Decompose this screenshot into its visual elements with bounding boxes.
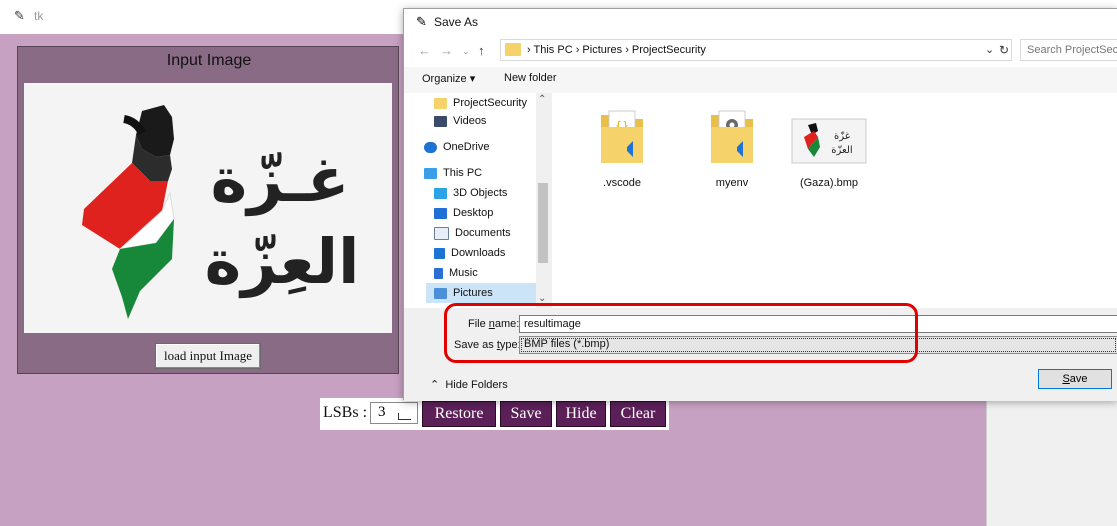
lsb-value: 3 — [378, 404, 386, 420]
controls-bar: LSBs : 3 Restore Save Hide Clear — [320, 398, 669, 430]
dialog-save-button[interactable]: Save — [1038, 369, 1112, 389]
lsb-dropdown[interactable]: 3 — [370, 402, 418, 424]
up-arrow-icon[interactable]: ↑ — [478, 43, 485, 58]
nav-item-label: Desktop — [453, 207, 494, 219]
load-input-image-button[interactable]: load input Image — [155, 343, 261, 369]
nav-item-label: Pictures — [453, 287, 493, 299]
nav-item-label: Videos — [453, 115, 487, 127]
file-item-myenv[interactable]: myenv — [687, 107, 777, 197]
feather-icon: ✎ — [416, 14, 427, 29]
scroll-up-icon[interactable]: ⌃ — [538, 94, 546, 105]
nav-item-label: 3D Objects — [453, 187, 508, 199]
nav-item-3d-objects[interactable]: 3D Objects — [434, 183, 507, 203]
search-input[interactable]: Search ProjectSecurity — [1020, 39, 1117, 61]
input-image: غـزّة العِزّة — [24, 83, 392, 333]
new-folder-button[interactable]: New folder — [504, 72, 557, 84]
nav-item-documents[interactable]: Documents — [434, 223, 511, 243]
file-list: {} .vscode myenv غزّة العزّة (Gaza).bmp — [552, 93, 1117, 308]
red-highlight-annotation — [444, 303, 918, 363]
nav-item-label: Documents — [455, 227, 511, 239]
dropdown-indicator-icon — [398, 413, 411, 420]
hide-button[interactable]: Hide — [556, 401, 606, 427]
image-icon: غزّة العزّة — [791, 118, 867, 164]
feather-icon: ✎ — [14, 9, 25, 24]
chevron-down-icon[interactable]: ⌄ — [985, 43, 994, 56]
address-bar[interactable]: › This PC › Pictures › ProjectSecurity ⌄… — [500, 39, 1012, 61]
file-item-gaza-bmp[interactable]: غزّة العزّة (Gaza).bmp — [784, 107, 874, 197]
file-name: .vscode — [603, 177, 641, 189]
dialog-navbar: ← → ⌄ ↑ › This PC › Pictures › ProjectSe… — [404, 35, 1117, 67]
pc-icon — [424, 167, 437, 179]
lsb-label: LSBs : — [323, 404, 368, 421]
restore-button[interactable]: Restore — [422, 401, 496, 427]
nav-item-label: This PC — [443, 167, 483, 179]
nav-scrollbar[interactable]: ⌃ ⌄ — [536, 93, 551, 308]
window-title: tk — [34, 9, 44, 23]
refresh-icon[interactable]: ↻ — [999, 43, 1009, 57]
palestine-map-image: غـزّة العِزّة — [82, 105, 360, 319]
cloud-icon — [424, 141, 437, 153]
dialog-toolbar: Organize ▾ New folder — [404, 67, 1117, 93]
folder-icon — [711, 110, 753, 163]
folder-icon — [434, 97, 447, 109]
video-icon — [434, 115, 447, 127]
organize-menu[interactable]: Organize ▾ — [422, 72, 475, 85]
nav-item-pictures[interactable]: Pictures — [426, 283, 536, 303]
forward-arrow-icon[interactable]: → — [440, 43, 453, 58]
file-name: (Gaza).bmp — [799, 177, 859, 189]
file-name: myenv — [715, 177, 749, 189]
image-text-gaza: غـزّة — [211, 143, 350, 216]
folder-icon: {} — [601, 110, 643, 163]
nav-item-projectsecurity[interactable]: ProjectSecurity — [434, 93, 527, 113]
nav-item-label: OneDrive — [443, 141, 490, 153]
nav-item-music[interactable]: Music — [434, 263, 478, 283]
svg-text:غزّة: غزّة — [834, 131, 850, 142]
music-icon — [434, 267, 443, 279]
clear-button[interactable]: Clear — [610, 401, 666, 427]
recent-locations-chevron-icon[interactable]: ⌄ — [462, 46, 470, 57]
nav-item-label: Music — [449, 267, 478, 279]
back-arrow-icon[interactable]: ← — [418, 43, 431, 58]
nav-item-label: Downloads — [451, 247, 506, 259]
breadcrumb[interactable]: › This PC › Pictures › ProjectSecurity — [527, 44, 706, 56]
desktop-icon — [434, 207, 447, 219]
cube-icon — [434, 187, 447, 199]
image-text-alizza: العِزّة — [205, 225, 360, 298]
file-item-vscode[interactable]: {} .vscode — [577, 107, 667, 197]
navigation-pane: ProjectSecurity Videos OneDrive This PC … — [404, 93, 536, 308]
nav-item-videos[interactable]: Videos — [434, 111, 486, 131]
folder-icon — [505, 43, 521, 56]
input-image-panel: Input Image غـزّة العِزّة load input Ima… — [17, 46, 399, 374]
hide-folders-toggle[interactable]: ⌃ Hide Folders — [430, 378, 508, 391]
dialog-title: Save As — [434, 15, 479, 29]
nav-item-onedrive[interactable]: OneDrive — [424, 137, 489, 157]
nav-item-label: ProjectSecurity — [453, 97, 527, 109]
chevron-up-icon: ⌃ — [430, 379, 440, 391]
nav-item-desktop[interactable]: Desktop — [434, 203, 493, 223]
svg-text:العزّة: العزّة — [831, 145, 852, 156]
save-button[interactable]: Save — [500, 401, 552, 427]
download-icon — [434, 247, 445, 259]
scrollbar-thumb[interactable] — [538, 183, 548, 263]
nav-item-downloads[interactable]: Downloads — [434, 243, 505, 263]
search-placeholder: Search ProjectSecurity — [1027, 44, 1117, 56]
document-icon — [434, 226, 449, 240]
input-image-title: Input Image — [166, 52, 252, 69]
dialog-titlebar: ✎ Save As — [404, 9, 1117, 35]
nav-item-this-pc[interactable]: This PC — [424, 163, 482, 183]
pictures-icon — [434, 287, 447, 299]
